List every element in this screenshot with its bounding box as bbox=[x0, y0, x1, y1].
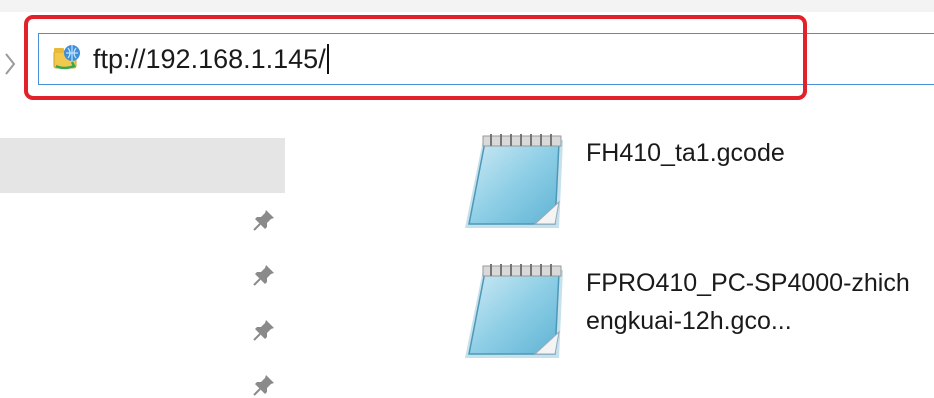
pin-icon[interactable] bbox=[252, 208, 276, 232]
back-arrow-icon[interactable] bbox=[4, 44, 18, 84]
file-name[interactable]: FH410_ta1.gcode bbox=[586, 134, 916, 172]
pin-icon[interactable] bbox=[252, 318, 276, 342]
pin-icon[interactable] bbox=[252, 263, 276, 287]
nav-selected-item[interactable] bbox=[0, 138, 285, 193]
file-name[interactable]: FPRO410_PC-SP4000-zhichengkuai-12h.gco..… bbox=[586, 264, 916, 340]
window-top-strip bbox=[0, 0, 934, 12]
file-item[interactable]: FPRO410_PC-SP4000-zhichengkuai-12h.gco..… bbox=[455, 262, 925, 392]
file-item[interactable]: FH410_ta1.gcode bbox=[455, 132, 925, 262]
notepad-file-icon bbox=[465, 264, 563, 358]
pin-icon[interactable] bbox=[252, 373, 276, 397]
highlight-annotation bbox=[24, 15, 807, 100]
notepad-file-icon bbox=[465, 134, 563, 228]
